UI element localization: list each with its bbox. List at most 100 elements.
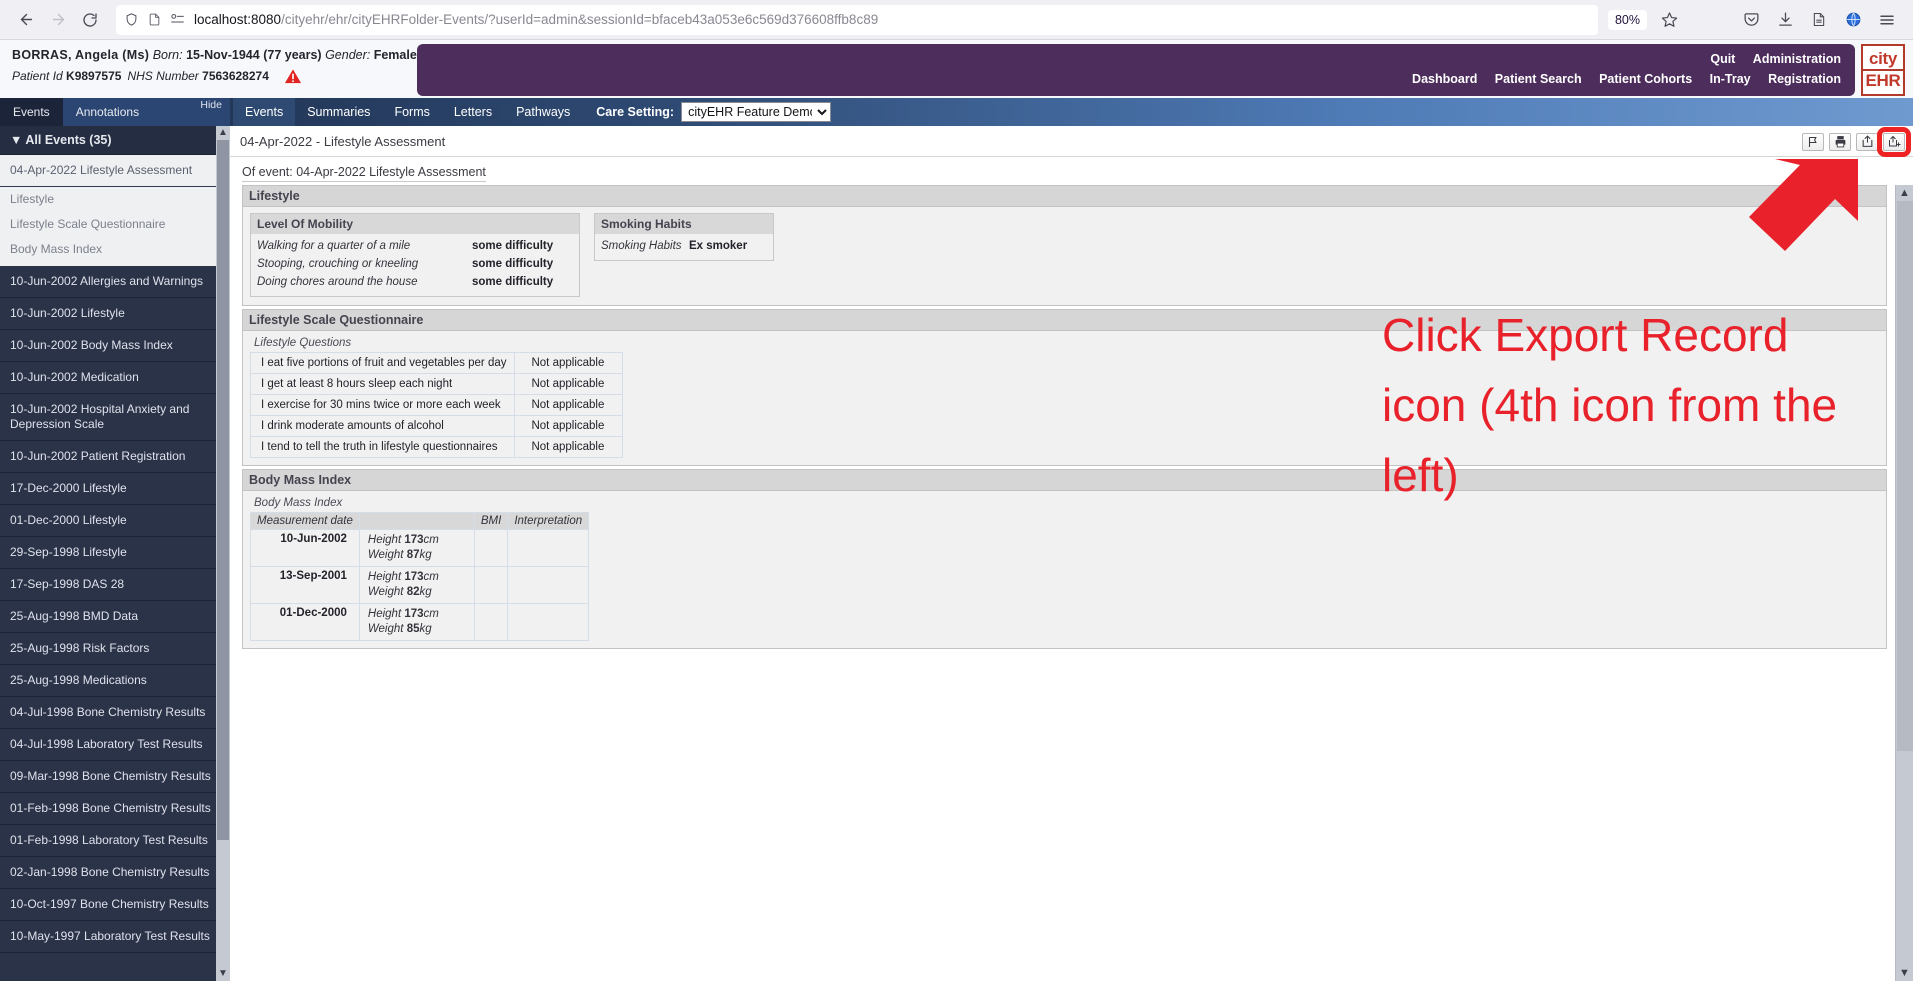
bmi-weight-label: Weight bbox=[367, 549, 404, 561]
questionnaire-question: I exercise for 30 mins twice or more eac… bbox=[249, 394, 516, 416]
bmi-height-value: 173 bbox=[404, 608, 424, 620]
page-icon bbox=[148, 12, 161, 27]
nav-administration[interactable]: Administration bbox=[1753, 52, 1841, 66]
questionnaire-answer: Not applicable bbox=[514, 436, 624, 458]
table-row: 01-Dec-2000 Height 173cm Weight 85kg bbox=[250, 603, 590, 641]
export-record-icon[interactable] bbox=[1877, 126, 1911, 157]
nav-registration[interactable]: Registration bbox=[1768, 72, 1841, 86]
bmi-weight-line: Weight 82kg bbox=[368, 585, 466, 600]
main-scrollbar[interactable]: ▲ ▼ bbox=[1895, 185, 1913, 981]
sidebar-item-event[interactable]: 25-Aug-1998 BMD Data bbox=[0, 601, 230, 633]
sidebar-item-event[interactable]: 10-Jun-2002 Hospital Anxiety and Depress… bbox=[0, 394, 230, 441]
sidebar-item-event[interactable]: 10-Oct-1997 Bone Chemistry Results bbox=[0, 889, 230, 921]
reload-icon[interactable] bbox=[74, 4, 106, 36]
nav-patient-search[interactable]: Patient Search bbox=[1495, 72, 1582, 86]
sidebar-item-event[interactable]: 17-Sep-1998 DAS 28 bbox=[0, 569, 230, 601]
hamburger-menu-icon[interactable] bbox=[1871, 4, 1903, 36]
pocket-icon[interactable] bbox=[1735, 4, 1767, 36]
questionnaire-answer: Not applicable bbox=[514, 394, 624, 416]
sidebar-item-event[interactable]: 10-Jun-2002 Allergies and Warnings bbox=[0, 266, 230, 298]
bmi-weight-value: 82 bbox=[406, 586, 420, 598]
sidebar-subitem-lifestyle[interactable]: Lifestyle bbox=[0, 187, 230, 212]
main-scrollbar-thumb[interactable] bbox=[1896, 201, 1913, 751]
main-panel: 04-Apr-2022 - Lifestyle Assessment Of ev… bbox=[230, 126, 1913, 981]
questionnaire-question: I tend to tell the truth in lifestyle qu… bbox=[249, 436, 516, 458]
sidebar-item-event[interactable]: 01-Dec-2000 Lifestyle bbox=[0, 505, 230, 537]
permissions-icon[interactable] bbox=[170, 13, 185, 26]
mobility-answer: some difficulty bbox=[472, 240, 554, 252]
table-row: I eat five portions of fruit and vegetab… bbox=[249, 352, 624, 374]
bmi-weight-label: Weight bbox=[367, 586, 404, 598]
download-icon[interactable] bbox=[1769, 4, 1801, 36]
sidebar-subitem-body-mass-index[interactable]: Body Mass Index bbox=[0, 237, 230, 266]
bmi-col-blank bbox=[358, 512, 475, 530]
tab-forms[interactable]: Forms bbox=[382, 98, 441, 126]
sidebar-item-selected-event[interactable]: 04-Apr-2022 Lifestyle Assessment bbox=[0, 155, 230, 187]
sidebar-item-event[interactable]: 10-Jun-2002 Body Mass Index bbox=[0, 330, 230, 362]
scroll-down-icon[interactable]: ▼ bbox=[1899, 965, 1910, 981]
sidebar-item-event[interactable]: 25-Aug-1998 Medications bbox=[0, 665, 230, 697]
sidebar-item-event[interactable]: 04-Jul-1998 Laboratory Test Results bbox=[0, 729, 230, 761]
sidebar-item-event[interactable]: 01-Feb-1998 Laboratory Test Results bbox=[0, 825, 230, 857]
sidebar-item-event[interactable]: 10-May-1997 Laboratory Test Results bbox=[0, 921, 230, 953]
record-toolbar bbox=[1802, 126, 1911, 157]
hide-sidebar-button[interactable]: Hide bbox=[200, 98, 230, 111]
patient-banner: BORRAS, Angela (Ms) Born: 15-Nov-1944 (7… bbox=[0, 40, 1913, 98]
tab-letters[interactable]: Letters bbox=[442, 98, 504, 126]
bmi-height-unit: cm bbox=[423, 571, 439, 583]
sidebar-item-event[interactable]: 10-Jun-2002 Lifestyle bbox=[0, 298, 230, 330]
sidebar-item-event[interactable]: 01-Feb-1998 Bone Chemistry Results bbox=[0, 793, 230, 825]
tab-summaries[interactable]: Summaries bbox=[295, 98, 382, 126]
bmi-measurements: Height 173cm Weight 82kg bbox=[358, 566, 475, 604]
nav-patient-cohorts[interactable]: Patient Cohorts bbox=[1599, 72, 1692, 86]
triangle-down-icon[interactable]: ▼ bbox=[10, 133, 22, 147]
sidebar-item-event[interactable]: 04-Jul-1998 Bone Chemistry Results bbox=[0, 697, 230, 729]
bmi-height-label: Height bbox=[367, 571, 402, 583]
reader-icon[interactable] bbox=[1803, 4, 1835, 36]
nav-quit[interactable]: Quit bbox=[1710, 52, 1735, 66]
nav-dashboard[interactable]: Dashboard bbox=[1412, 72, 1477, 86]
scroll-up-icon[interactable]: ▲ bbox=[218, 126, 228, 140]
sidebar-item-event[interactable]: 10-Jun-2002 Patient Registration bbox=[0, 441, 230, 473]
composition-questionnaire-title: Lifestyle Scale Questionnaire bbox=[243, 310, 1886, 331]
mobility-question: Doing chores around the house bbox=[257, 276, 418, 288]
bmi-date: 01-Dec-2000 bbox=[250, 603, 360, 641]
main-title-row: 04-Apr-2022 - Lifestyle Assessment bbox=[230, 126, 1913, 157]
bmi-weight-unit: kg bbox=[419, 549, 432, 561]
logo-text-bottom: EHR bbox=[1865, 71, 1901, 90]
sidebar-header[interactable]: ▼ All Events (35) bbox=[0, 126, 230, 155]
sidebar-item-event[interactable]: 02-Jan-1998 Bone Chemistry Results bbox=[0, 857, 230, 889]
address-bar[interactable]: localhost:8080/cityehr/ehr/cityEHRFolder… bbox=[116, 4, 1598, 35]
care-setting-select[interactable]: cityEHR Feature Demo bbox=[681, 102, 832, 122]
warning-triangle-icon[interactable] bbox=[282, 67, 303, 85]
sidebar-item-event[interactable]: 29-Sep-1998 Lifestyle bbox=[0, 537, 230, 569]
bmi-weight-line: Weight 85kg bbox=[368, 622, 466, 637]
sidebar-tab-annotations[interactable]: Annotations bbox=[63, 98, 152, 126]
sidebar-scrollbar-thumb[interactable] bbox=[217, 140, 229, 840]
nav-in-tray[interactable]: In-Tray bbox=[1710, 72, 1751, 86]
sidebar-item-event[interactable]: 17-Dec-2000 Lifestyle bbox=[0, 473, 230, 505]
bmi-weight-unit: kg bbox=[419, 586, 432, 598]
bmi-weight-line: Weight 87kg bbox=[368, 548, 466, 563]
printer-icon[interactable] bbox=[1829, 132, 1851, 151]
composition-body-mass-index: Body Mass Index Body Mass Index Measurem… bbox=[242, 469, 1887, 649]
back-arrow-icon[interactable] bbox=[10, 4, 42, 36]
born-label: Born: bbox=[152, 48, 183, 62]
tab-pathways[interactable]: Pathways bbox=[504, 98, 582, 126]
account-globe-icon[interactable] bbox=[1837, 4, 1869, 36]
star-icon[interactable] bbox=[1653, 4, 1685, 36]
sidebar-tab-events[interactable]: Events bbox=[0, 98, 63, 126]
scroll-down-icon[interactable]: ▼ bbox=[218, 967, 228, 981]
share-icon[interactable] bbox=[1856, 132, 1878, 151]
table-row: I exercise for 30 mins twice or more eac… bbox=[249, 394, 624, 416]
tab-events[interactable]: Events bbox=[233, 98, 296, 126]
sidebar-item-event[interactable]: 10-Jun-2002 Medication bbox=[0, 362, 230, 394]
page-body: ▼ All Events (35) 04-Apr-2022 Lifestyle … bbox=[0, 126, 1913, 981]
scroll-up-icon[interactable]: ▲ bbox=[1899, 185, 1910, 201]
sidebar-item-event[interactable]: 09-Mar-1998 Bone Chemistry Results bbox=[0, 761, 230, 793]
sidebar-item-event[interactable]: 25-Aug-1998 Risk Factors bbox=[0, 633, 230, 665]
sidebar-subitem-lifestyle-scale-questionnaire[interactable]: Lifestyle Scale Questionnaire bbox=[0, 212, 230, 237]
sidebar-scrollbar[interactable]: ▲ ▼ bbox=[216, 126, 230, 981]
flag-icon[interactable] bbox=[1802, 132, 1824, 151]
zoom-level-badge[interactable]: 80% bbox=[1607, 9, 1647, 30]
